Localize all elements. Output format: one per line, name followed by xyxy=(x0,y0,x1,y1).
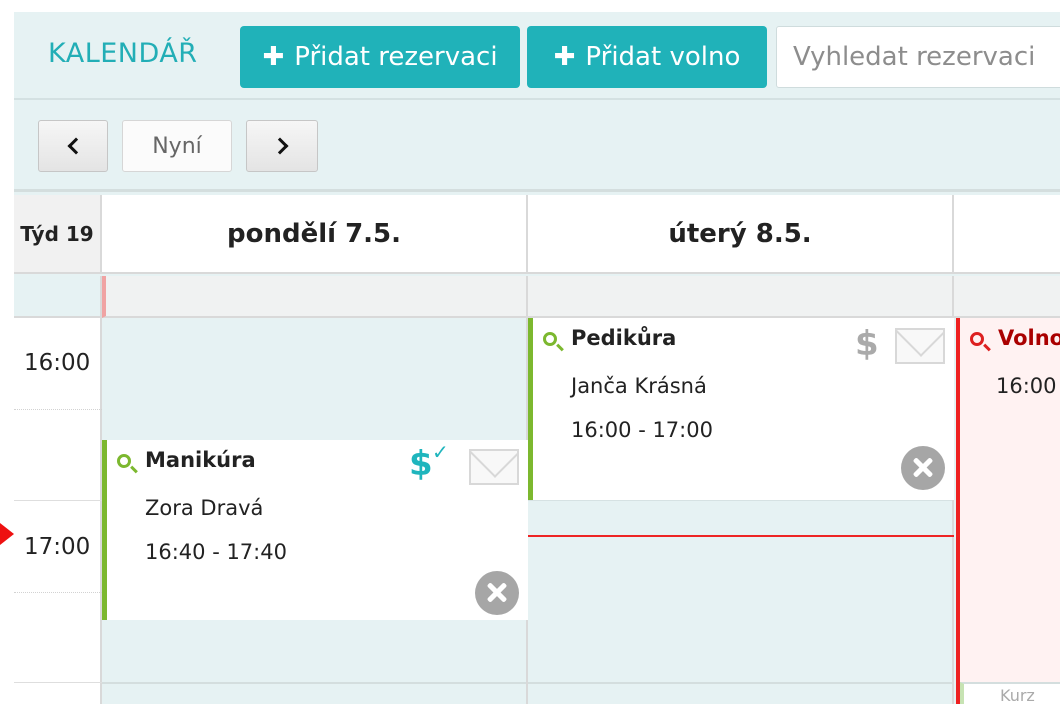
week-calendar: Týd 19 pondělí 7.5. úterý 8.5. 16:00 17:… xyxy=(14,195,1060,704)
half-hour-line xyxy=(14,592,102,593)
time-gutter: 16:00 17:00 xyxy=(14,318,102,704)
navigation-row: Nyní xyxy=(14,102,1060,192)
hour-line xyxy=(14,500,102,501)
event-time: 16:00 xyxy=(996,374,1057,398)
plus-icon: ✚ xyxy=(262,42,285,72)
all-day-slot-monday[interactable] xyxy=(102,276,528,318)
event-client: Zora Dravá xyxy=(145,496,264,520)
plus-icon: ✚ xyxy=(553,42,576,72)
week-number: Týd 19 xyxy=(14,195,102,274)
payment-unpaid-icon[interactable]: $ xyxy=(855,324,879,364)
hour-line xyxy=(528,500,952,501)
close-circle-icon[interactable] xyxy=(475,571,519,615)
calendar-app: KALENDÁŘ ✚ Přidat rezervaci ✚ Přidat vol… xyxy=(14,12,1060,704)
magnifier-icon[interactable] xyxy=(543,332,557,346)
magnifier-icon[interactable] xyxy=(117,454,131,468)
all-day-gutter xyxy=(14,276,102,318)
next-hour-slot[interactable] xyxy=(102,682,526,704)
time-label: 16:00 xyxy=(24,350,91,376)
envelope-icon[interactable] xyxy=(895,328,945,364)
now-button[interactable]: Nyní xyxy=(122,120,232,172)
half-hour-line xyxy=(14,409,102,410)
event-title: Pedikůra xyxy=(571,326,677,350)
current-time-line xyxy=(528,535,954,537)
triangle-right-icon xyxy=(0,523,14,545)
envelope-icon[interactable] xyxy=(469,449,519,485)
reservation-event-manikura[interactable]: Manikúra $ ✓ Zora Dravá 16:40 - 17:40 xyxy=(102,440,528,620)
chevron-right-icon xyxy=(271,137,288,155)
all-day-slot-tuesday[interactable] xyxy=(528,276,954,318)
next-event-label: Kurz xyxy=(1000,686,1035,704)
event-time: 16:00 - 17:00 xyxy=(571,418,713,442)
search-reservation-input[interactable] xyxy=(776,26,1060,88)
top-bar: KALENDÁŘ ✚ Přidat rezervaci ✚ Přidat vol… xyxy=(14,12,1060,100)
event-time: 16:40 - 17:40 xyxy=(145,540,287,564)
free-time-event[interactable]: Volno 16:00 Kurz xyxy=(956,318,1060,704)
page-title: KALENDÁŘ xyxy=(48,38,198,69)
payment-paid-icon[interactable]: $ xyxy=(409,444,433,484)
day-header-tuesday[interactable]: úterý 8.5. xyxy=(528,195,954,274)
next-button[interactable] xyxy=(246,120,318,172)
day-header-wednesday[interactable] xyxy=(954,195,1060,274)
event-title: Volno xyxy=(998,326,1060,350)
previous-button[interactable] xyxy=(38,120,108,172)
magnifier-icon[interactable] xyxy=(970,332,984,346)
add-free-time-button[interactable]: ✚ Přidat volno xyxy=(527,26,767,88)
event-title: Manikúra xyxy=(145,448,256,472)
chevron-left-icon xyxy=(67,137,84,155)
reservation-event-pedikura[interactable]: Pedikůra $ Janča Krásná 16:00 - 17:00 xyxy=(528,318,954,500)
day-header-monday[interactable]: pondělí 7.5. xyxy=(102,195,528,274)
add-reservation-button[interactable]: ✚ Přidat rezervaci xyxy=(240,26,520,88)
hour-line xyxy=(14,682,102,683)
next-hour-slot[interactable] xyxy=(528,682,952,704)
close-circle-icon[interactable] xyxy=(901,446,945,490)
add-reservation-label: Přidat rezervaci xyxy=(294,42,498,72)
add-free-time-label: Přidat volno xyxy=(585,42,741,72)
time-label: 17:00 xyxy=(24,534,91,560)
event-client: Janča Krásná xyxy=(571,374,707,398)
next-event-strip[interactable]: Kurz xyxy=(960,682,1060,704)
paid-check-icon: ✓ xyxy=(432,440,449,464)
all-day-slot-wednesday[interactable] xyxy=(954,276,1060,318)
